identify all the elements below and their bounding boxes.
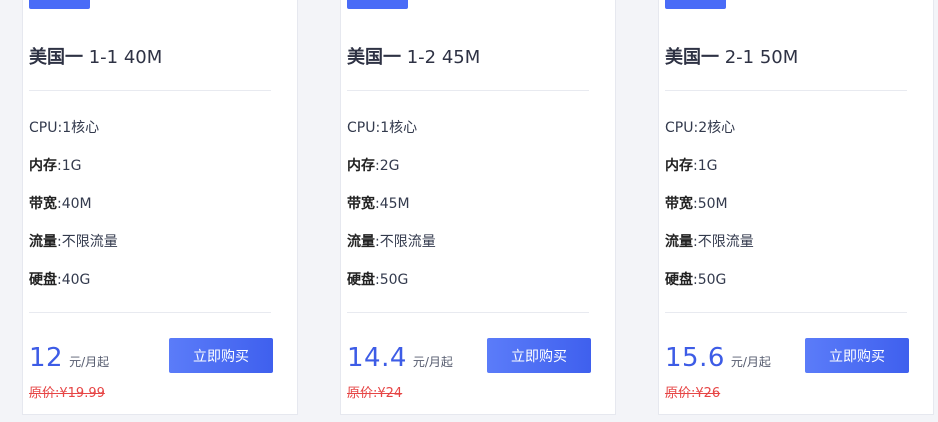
plan-title-spec: 1-2 45M <box>406 47 481 68</box>
spec-disk: 硬盘:40G <box>29 269 90 289</box>
spec-cpu: CPU:1核心 <box>29 117 99 137</box>
divider <box>347 312 589 313</box>
spec-memory: 内存:2G <box>347 155 399 175</box>
price: 15.6 元/月起 <box>665 343 771 373</box>
spec-key: CPU: <box>665 120 699 136</box>
spec-key: 带宽 <box>347 196 375 212</box>
price: 14.4 元/月起 <box>347 343 453 373</box>
spec-key: 内存 <box>347 158 375 174</box>
spec-key: 内存 <box>665 158 693 174</box>
card-accent-bar <box>29 0 90 9</box>
spec-memory: 内存:1G <box>29 155 81 175</box>
spec-value: :40M <box>57 196 92 212</box>
price-value: 12 <box>29 343 64 373</box>
spec-key: CPU: <box>29 120 63 136</box>
plan-title-spec: 2-1 50M <box>724 47 799 68</box>
spec-traffic: 流量:不限流量 <box>29 231 118 251</box>
spec-value: :不限流量 <box>375 234 436 250</box>
original-price: 原价:¥19.99 <box>29 386 105 401</box>
spec-key: 流量 <box>29 234 57 250</box>
plan-title-spec: 1-1 40M <box>88 47 163 68</box>
plan-title: 美国一 2-1 50M <box>665 43 798 69</box>
spec-value: :不限流量 <box>57 234 118 250</box>
spec-bandwidth: 带宽:50M <box>665 193 728 213</box>
spec-value: 1核心 <box>62 120 100 136</box>
plan-title-region: 美国一 <box>347 47 401 68</box>
spec-key: 硬盘 <box>29 272 57 288</box>
spec-traffic: 流量:不限流量 <box>347 231 436 251</box>
spec-key: 流量 <box>347 234 375 250</box>
divider <box>29 90 271 91</box>
plan-card: 美国一 1-1 40M CPU:1核心 内存:1G 带宽:40M 流量:不限流量… <box>22 0 298 415</box>
plan-title: 美国一 1-2 45M <box>347 43 480 69</box>
price-value: 14.4 <box>347 343 407 373</box>
plan-card: 美国一 1-2 45M CPU:1核心 内存:2G 带宽:45M 流量:不限流量… <box>340 0 616 415</box>
spec-traffic: 流量:不限流量 <box>665 231 754 251</box>
spec-value: :1G <box>693 158 718 174</box>
price-unit: 元/月起 <box>412 355 453 369</box>
spec-value: :50G <box>375 272 409 288</box>
spec-cpu: CPU:2核心 <box>665 117 735 137</box>
spec-memory: 内存:1G <box>665 155 717 175</box>
price-unit: 元/月起 <box>69 355 110 369</box>
spec-value: :1G <box>57 158 82 174</box>
price: 12 元/月起 <box>29 343 109 373</box>
buy-now-button[interactable]: 立即购买 <box>487 338 591 373</box>
divider <box>665 90 907 91</box>
spec-value: :不限流量 <box>693 234 754 250</box>
price-value: 15.6 <box>665 343 725 373</box>
buy-now-button[interactable]: 立即购买 <box>805 338 909 373</box>
spec-key: 硬盘 <box>665 272 693 288</box>
spec-value: :50G <box>693 272 727 288</box>
plan-title: 美国一 1-1 40M <box>29 43 162 69</box>
card-accent-bar <box>347 0 408 9</box>
card-accent-bar <box>665 0 726 9</box>
divider <box>347 90 589 91</box>
spec-key: 内存 <box>29 158 57 174</box>
spec-value: :50M <box>693 196 728 212</box>
original-price: 原价:¥24 <box>347 386 403 401</box>
spec-disk: 硬盘:50G <box>665 269 726 289</box>
price-unit: 元/月起 <box>730 355 771 369</box>
spec-key: 带宽 <box>665 196 693 212</box>
spec-value: :40G <box>57 272 91 288</box>
plan-cards: 美国一 1-1 40M CPU:1核心 内存:1G 带宽:40M 流量:不限流量… <box>0 0 938 422</box>
divider <box>29 312 271 313</box>
spec-value: 1核心 <box>380 120 418 136</box>
spec-cpu: CPU:1核心 <box>347 117 417 137</box>
spec-key: 流量 <box>665 234 693 250</box>
plan-card: 美国一 2-1 50M CPU:2核心 内存:1G 带宽:50M 流量:不限流量… <box>658 0 934 415</box>
spec-value: :2G <box>375 158 400 174</box>
divider <box>665 312 907 313</box>
spec-key: 硬盘 <box>347 272 375 288</box>
spec-bandwidth: 带宽:45M <box>347 193 410 213</box>
buy-now-button[interactable]: 立即购买 <box>169 338 273 373</box>
plan-title-region: 美国一 <box>665 47 719 68</box>
spec-bandwidth: 带宽:40M <box>29 193 92 213</box>
spec-key: 带宽 <box>29 196 57 212</box>
plan-title-region: 美国一 <box>29 47 83 68</box>
spec-key: CPU: <box>347 120 381 136</box>
spec-disk: 硬盘:50G <box>347 269 408 289</box>
original-price: 原价:¥26 <box>665 386 721 401</box>
spec-value: 2核心 <box>698 120 736 136</box>
spec-value: :45M <box>375 196 410 212</box>
